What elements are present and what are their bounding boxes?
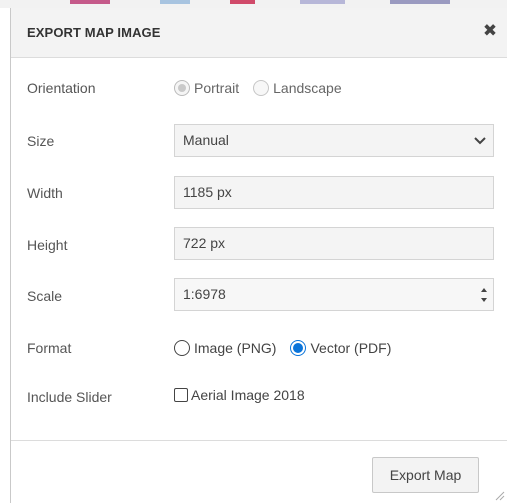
resize-handle-icon[interactable] — [493, 489, 505, 501]
chevron-down-icon — [474, 137, 486, 145]
aerial-image-label: Aerial Image 2018 — [191, 387, 305, 403]
dialog-title: EXPORT MAP IMAGE — [27, 25, 161, 40]
size-label: Size — [27, 133, 55, 149]
png-label: Image (PNG) — [194, 340, 277, 356]
landscape-radio[interactable] — [253, 80, 270, 96]
orientation-radio-group: Portrait Landscape — [174, 80, 356, 96]
width-field[interactable]: 1185 px — [174, 176, 494, 209]
pdf-label: Vector (PDF) — [310, 340, 392, 356]
orientation-label: Orientation — [27, 80, 96, 96]
aerial-image-checkbox[interactable] — [174, 388, 188, 402]
landscape-label: Landscape — [273, 80, 342, 96]
portrait-radio[interactable] — [174, 80, 190, 96]
pdf-radio[interactable] — [290, 340, 307, 356]
export-map-button[interactable]: Export Map — [372, 457, 479, 493]
export-map-dialog: EXPORT MAP IMAGE ✖ Orientation Portrait … — [10, 8, 507, 503]
height-field[interactable]: 722 px — [174, 227, 494, 260]
format-label: Format — [27, 340, 72, 356]
scale-label: Scale — [27, 288, 63, 304]
footer-divider — [11, 440, 507, 441]
map-background-strip — [0, 0, 507, 8]
scale-input-value: 1:6978 — [183, 286, 226, 302]
portrait-label: Portrait — [194, 80, 240, 96]
size-select-value: Manual — [183, 132, 229, 148]
spinner-arrows-icon[interactable] — [479, 284, 489, 306]
format-radio-group: Image (PNG) Vector (PDF) — [174, 340, 405, 356]
scale-input[interactable]: 1:6978 — [174, 278, 494, 311]
png-radio[interactable] — [174, 340, 190, 356]
height-field-value: 722 px — [183, 235, 226, 251]
width-label: Width — [27, 185, 63, 201]
dialog-titlebar: EXPORT MAP IMAGE ✖ — [11, 8, 507, 58]
size-select[interactable]: Manual — [174, 124, 494, 157]
width-field-value: 1185 px — [183, 184, 232, 200]
height-label: Height — [27, 237, 68, 253]
aerial-image-option: Aerial Image 2018 — [174, 387, 305, 403]
include-slider-label: Include Slider — [27, 389, 112, 405]
close-icon[interactable]: ✖ — [480, 21, 500, 41]
